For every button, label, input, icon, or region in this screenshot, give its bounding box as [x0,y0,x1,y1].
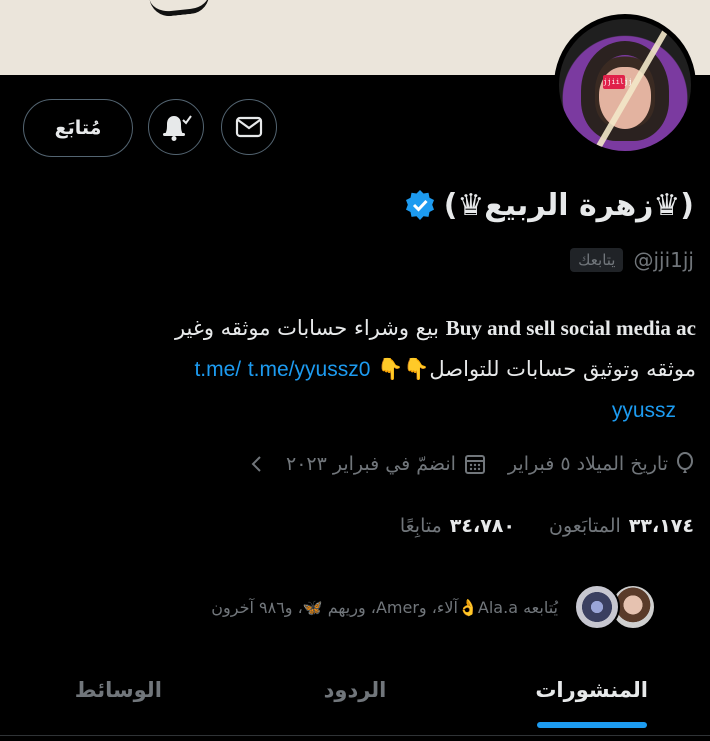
tab-replies[interactable]: الردود [237,650,474,730]
bio-arabic-line2: موثقه وتوثيق حسابات للتواصل [429,357,696,381]
bell-check-icon [163,115,192,141]
profile-bio: Buy and sell social media ac بيع وشراء ح… [36,308,696,431]
followed-by-avatars [570,584,656,630]
tab-posts[interactable]: المنشورات [473,650,710,730]
pointing-down-emoji: 👇👇 [377,357,430,381]
display-name: (♛زهرة الربيع♛) [443,187,694,223]
profile-avatar[interactable]: jjiiljj [554,14,696,156]
followed-by-text: يُتابعه Ala.a👌آلاء، وAmer، وريهم 🦋، و٩٨٦… [211,597,558,617]
following-stat[interactable]: ٣٤،٧٨٠ متابِعًا [400,515,515,537]
followed-by-row[interactable]: يُتابعه Ala.a👌آلاء، وAmer، وريهم 🦋، و٩٨٦… [211,584,656,630]
avatar [574,584,620,630]
verified-badge-icon[interactable] [404,189,436,221]
balloon-icon [677,452,693,473]
birthday-item: تاريخ الميلاد ٥ فبراير [508,452,694,476]
bio-link-1[interactable]: t.me/yyussz0 [248,358,371,381]
bio-arabic-line1: بيع وشراء حسابات موثقه وغير [174,316,440,340]
chevron-left-icon[interactable] [250,455,264,473]
followers-stat[interactable]: ٣٣،١٧٤ المتابَعون [549,515,694,537]
following-label: متابِعًا [399,515,442,537]
tab-label: المنشورات [535,678,648,702]
banner-art [148,0,212,19]
followers-count: ٣٣،١٧٤ [628,515,694,537]
profile-stats: ٣٣،١٧٤ المتابَعون ٣٤،٧٨٠ متابِعًا [400,515,694,537]
avatar-badge: jjiiljj [603,75,633,89]
following-button[interactable]: مُتابَع [23,99,133,157]
envelope-icon [235,116,263,138]
tab-label: الوسائط [74,678,162,702]
joined-text: انضمّ في فبراير ٢٠٢٣ [286,453,456,475]
bio-link-2-cont[interactable]: yyussz [612,399,676,422]
handle-row: @jji1jj يتابعك [570,248,694,272]
tab-media[interactable]: الوسائط [0,650,237,730]
profile-name-row: (♛زهرة الربيع♛) [404,180,694,230]
following-count: ٣٤،٧٨٠ [449,515,515,537]
profile-meta: تاريخ الميلاد ٥ فبراير انضمّ في فبراير ٢… [250,452,694,476]
message-button[interactable] [221,99,277,155]
joined-item: انضمّ في فبراير ٢٠٢٣ [286,453,486,475]
avatar-image: jjiiljj [559,19,691,151]
bio-english: Buy and sell social media ac [445,316,696,340]
notifications-button[interactable] [148,99,204,155]
divider [0,735,710,736]
profile-tabs: المنشورات الردود الوسائط [0,650,710,730]
followers-label: المتابَعون [548,515,621,537]
active-tab-indicator [536,722,647,728]
tab-label: الردود [323,678,387,702]
birthday-text: تاريخ الميلاد ٥ فبراير [507,453,668,475]
bio-link-2[interactable]: t.me/ [194,358,241,381]
user-handle: @jji1jj [633,248,694,272]
follows-you-badge: يتابعك [570,248,624,272]
calendar-icon [464,455,485,474]
